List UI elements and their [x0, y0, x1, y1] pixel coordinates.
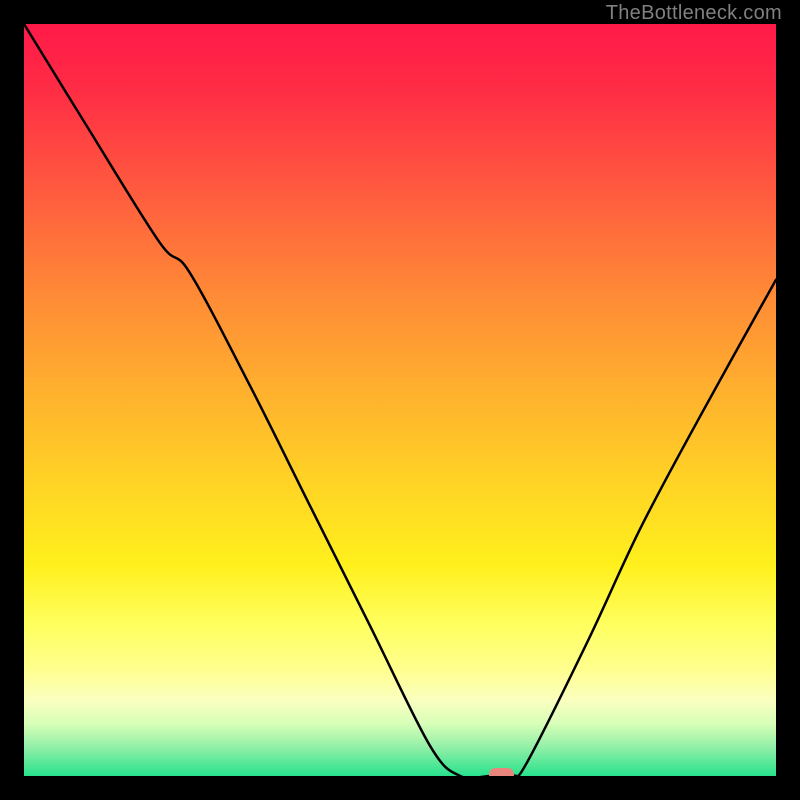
chart-frame: TheBottleneck.com: [0, 0, 800, 800]
optimal-marker: [489, 768, 513, 776]
bottleneck-curve: [24, 24, 776, 776]
plot-area: [24, 24, 776, 776]
watermark-text: TheBottleneck.com: [606, 2, 782, 25]
